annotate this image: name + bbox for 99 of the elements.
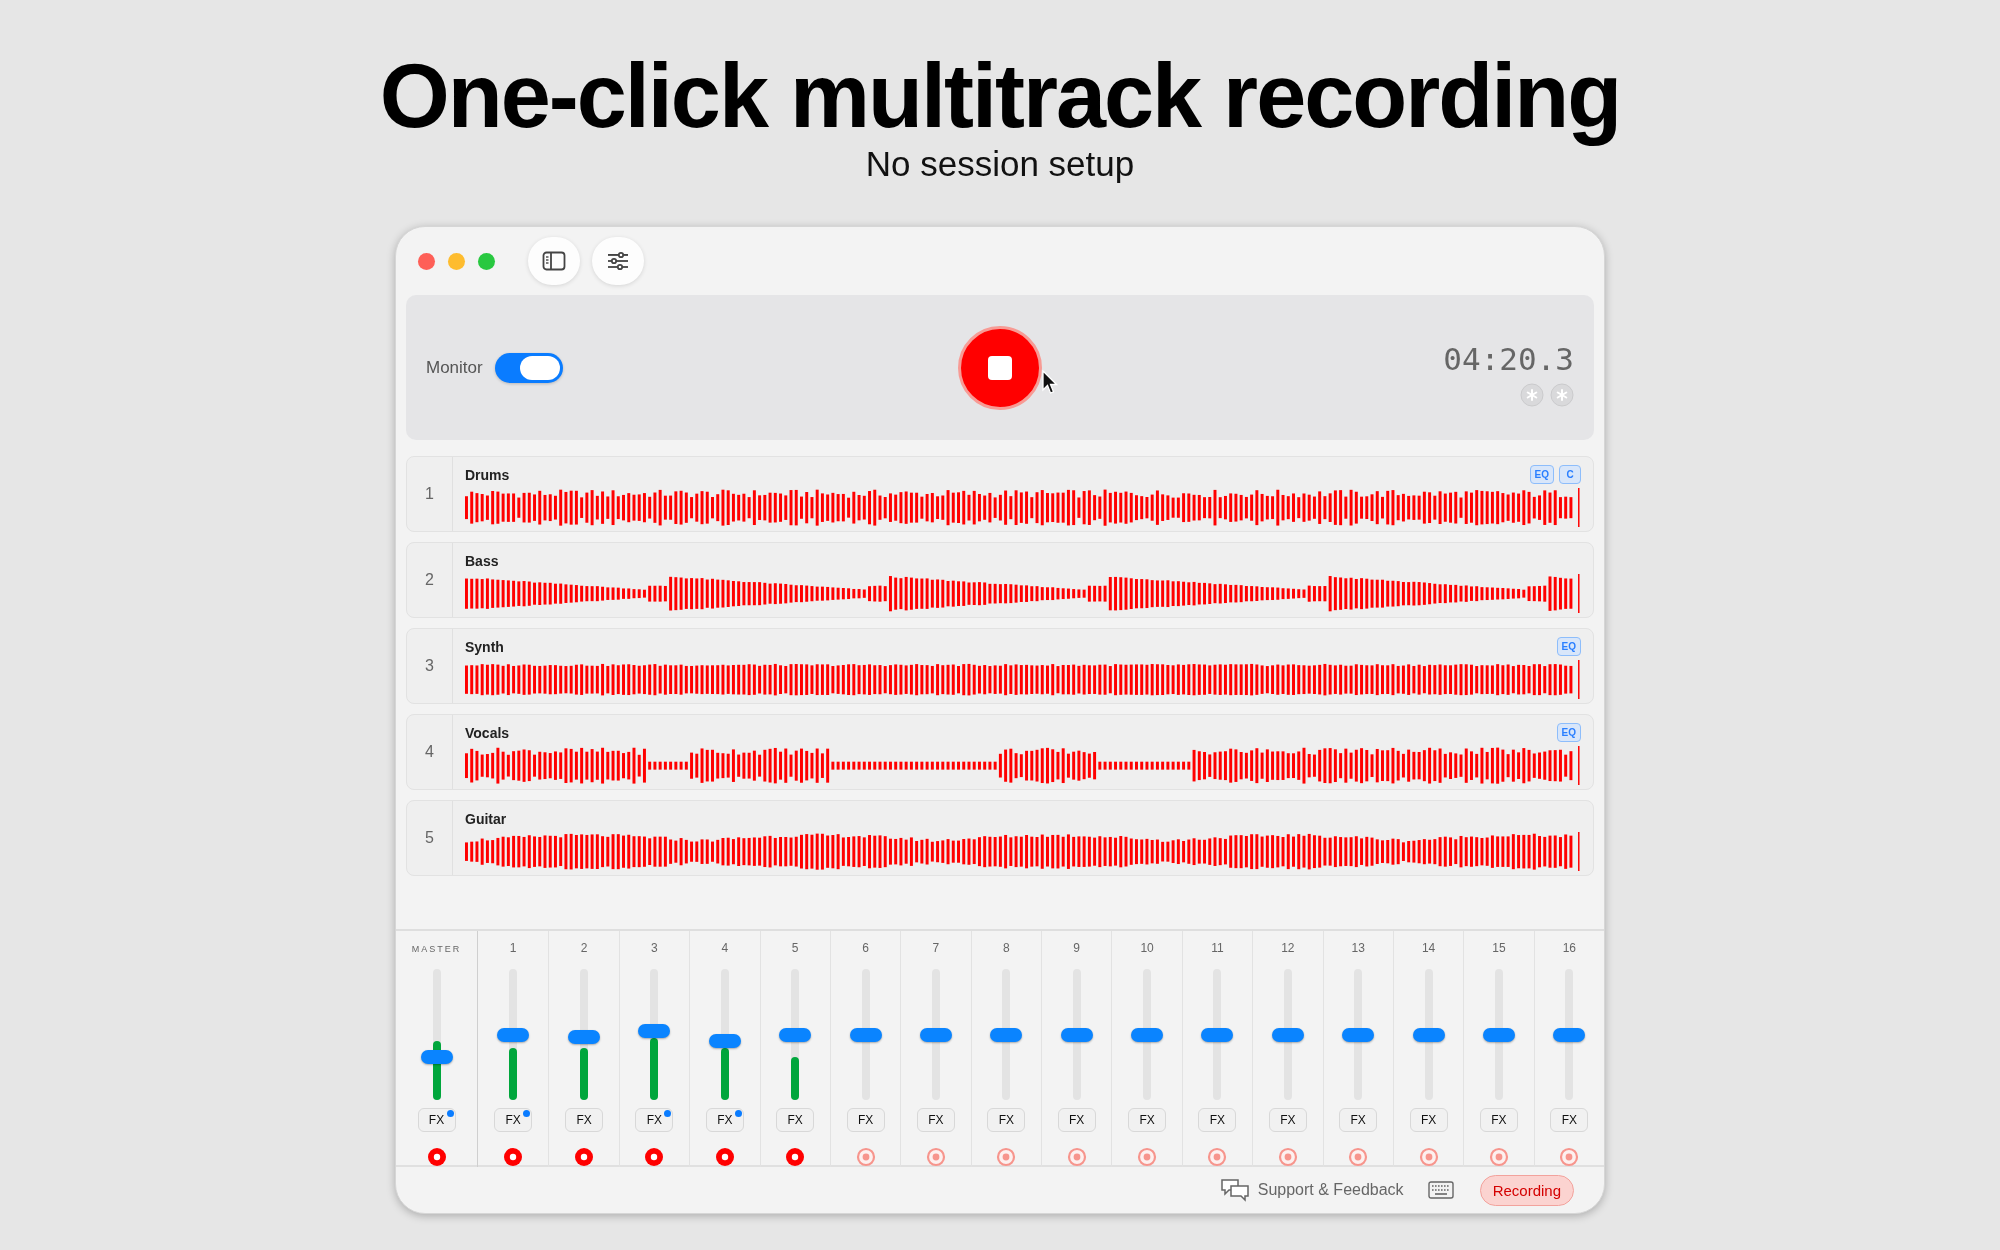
record-arm-button[interactable] (644, 1147, 665, 1167)
record-arm-button[interactable] (1066, 1147, 1087, 1167)
channel-label: 14 (1421, 941, 1436, 957)
record-arm-button[interactable] (1348, 1147, 1369, 1167)
track-name: Guitar (465, 810, 507, 827)
fader-handle[interactable] (1553, 1027, 1586, 1042)
fx-button[interactable]: FX (635, 1108, 674, 1132)
channel-label: 11 (1211, 941, 1224, 957)
record-arm-button[interactable] (1277, 1147, 1298, 1167)
fader-handle[interactable] (1131, 1027, 1164, 1042)
channel-label: 1 (509, 941, 517, 957)
record-arm-button[interactable] (855, 1147, 876, 1167)
record-arm-button[interactable] (714, 1147, 735, 1167)
track-name: Bass (465, 552, 499, 569)
channel-label: 13 (1351, 941, 1365, 957)
track-row[interactable]: 4 Vocals EQ (406, 714, 1594, 790)
fader-handle[interactable] (568, 1030, 601, 1045)
channel-label: 6 (862, 941, 869, 957)
settings-button[interactable] (592, 237, 644, 285)
fader-handle[interactable] (1060, 1027, 1093, 1042)
fx-button[interactable]: FX (987, 1108, 1026, 1132)
fader-handle[interactable] (708, 1034, 741, 1049)
record-arm-button[interactable] (785, 1147, 806, 1167)
record-arm-button[interactable] (1559, 1147, 1580, 1167)
track-number: 3 (407, 629, 453, 703)
channel-label: 16 (1562, 941, 1576, 957)
channel-label: 9 (1073, 941, 1081, 957)
support-feedback-link[interactable]: Support & Feedback (1257, 1181, 1404, 1199)
record-arm-button[interactable] (574, 1147, 595, 1167)
fx-button[interactable]: FX (776, 1108, 815, 1132)
asterisk-icon (1550, 382, 1574, 407)
keyboard-icon[interactable] (1427, 1181, 1454, 1199)
fader-handle[interactable] (990, 1027, 1023, 1042)
track-name: Drums (465, 466, 510, 483)
track-row[interactable]: 3 Synth EQ (406, 628, 1594, 704)
record-arm-button[interactable] (925, 1147, 946, 1167)
sidebar-toggle-button[interactable] (528, 237, 580, 285)
fx-button[interactable]: FX (1550, 1108, 1589, 1132)
sliders-icon (606, 251, 630, 271)
channel-label: 15 (1492, 941, 1506, 957)
channel-label: 2 (580, 941, 588, 957)
channel-label: 5 (791, 941, 799, 957)
record-arm-button[interactable] (1207, 1147, 1228, 1167)
track-number: 2 (407, 543, 453, 617)
record-arm-button[interactable] (996, 1147, 1017, 1167)
track-row[interactable]: 5 Guitar (406, 800, 1594, 876)
fader-handle[interactable] (638, 1023, 671, 1038)
record-arm-button[interactable] (1488, 1147, 1509, 1167)
record-arm-button[interactable] (1137, 1147, 1158, 1167)
channel-label: 7 (932, 941, 940, 957)
elapsed-time: 04:20.3 (1443, 340, 1574, 377)
fx-button[interactable]: FX (1198, 1108, 1237, 1132)
track-name: Vocals (465, 724, 510, 741)
fader-handle[interactable] (849, 1027, 882, 1042)
fx-button[interactable]: FX (1479, 1108, 1518, 1132)
fader-handle[interactable] (1412, 1027, 1445, 1042)
channel-label: 12 (1281, 941, 1295, 957)
record-arm-button[interactable] (1418, 1147, 1439, 1167)
track-name: Synth (465, 638, 504, 655)
fx-button[interactable]: FX (565, 1108, 604, 1132)
fader-handle[interactable] (779, 1027, 812, 1042)
monitor-label: Monitor (426, 357, 483, 378)
fx-button[interactable]: FX (1339, 1108, 1378, 1132)
record-arm-button[interactable] (503, 1147, 524, 1167)
recording-status-badge: Recording (1479, 1174, 1574, 1206)
fx-button[interactable]: FX (916, 1108, 955, 1132)
channel-label: 3 (651, 941, 658, 957)
chat-icon[interactable] (1219, 1178, 1250, 1202)
fader-handle[interactable] (1482, 1027, 1515, 1042)
monitor-toggle[interactable] (494, 352, 563, 383)
fx-button[interactable]: FX (1128, 1108, 1167, 1132)
fader-handle[interactable] (1342, 1027, 1375, 1042)
fader-handle[interactable] (1271, 1027, 1304, 1042)
channel-label: 10 (1140, 941, 1154, 957)
channel-label: 8 (1002, 941, 1010, 957)
track-number: 1 (407, 457, 453, 531)
fx-button[interactable]: FX (1057, 1108, 1096, 1132)
fx-button[interactable]: FX (494, 1108, 533, 1132)
close-button[interactable] (418, 252, 435, 270)
fader-handle[interactable] (420, 1049, 453, 1064)
track-row[interactable]: 2 Bass (406, 542, 1594, 618)
track-number: 4 (407, 715, 453, 789)
fader-handle[interactable] (497, 1027, 530, 1042)
fx-button[interactable]: FX (417, 1108, 456, 1132)
fx-button[interactable]: FX (1409, 1108, 1448, 1132)
track-number: 5 (407, 801, 453, 875)
channel-label: MASTER (411, 943, 462, 956)
fader-handle[interactable] (919, 1027, 952, 1042)
fx-button[interactable]: FX (846, 1108, 885, 1132)
record-arm-button[interactable] (426, 1147, 447, 1167)
cursor-icon (1042, 369, 1058, 396)
asterisk-icon (1520, 382, 1544, 407)
fader-handle[interactable] (1201, 1027, 1234, 1042)
zoom-button[interactable] (478, 252, 495, 270)
subtitle: No session setup (865, 144, 1135, 184)
sidebar-icon (542, 251, 566, 271)
fx-button[interactable]: FX (1268, 1108, 1307, 1132)
fx-button[interactable]: FX (705, 1108, 744, 1132)
channel-label: 4 (721, 941, 729, 957)
